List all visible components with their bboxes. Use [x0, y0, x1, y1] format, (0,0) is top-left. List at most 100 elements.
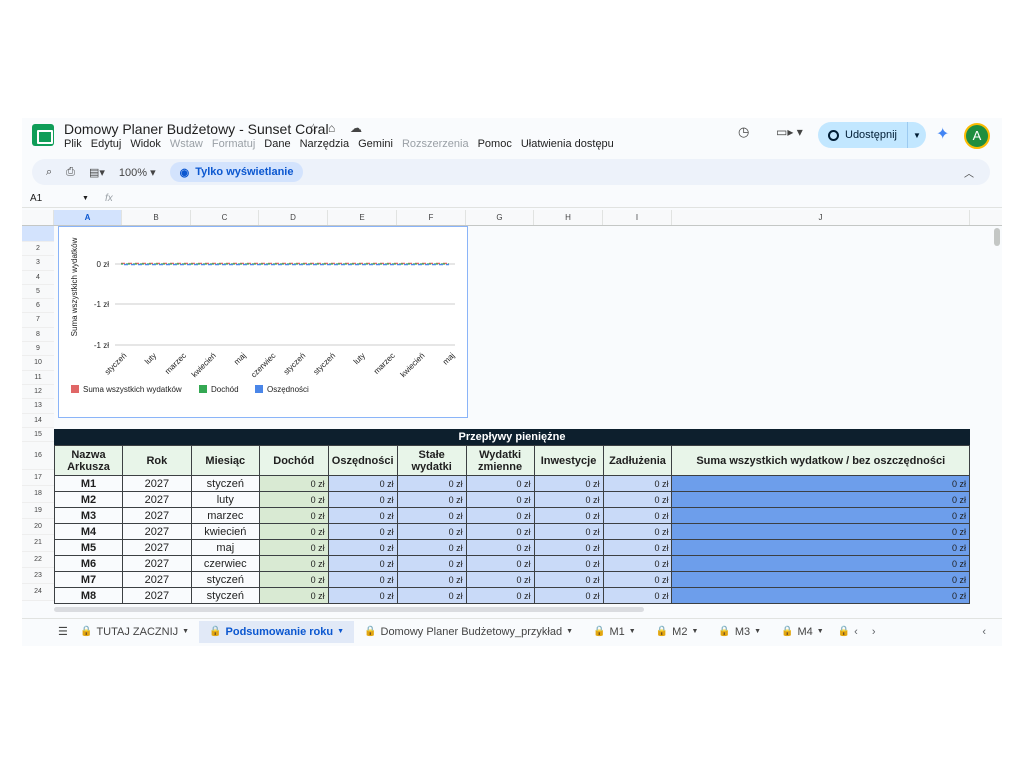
row-header-16[interactable]: 16 — [22, 442, 54, 471]
menu-plik[interactable]: Plik — [64, 138, 82, 150]
amount-cell[interactable]: 0 zł — [465, 571, 535, 588]
column-header-b[interactable]: B — [122, 210, 191, 225]
search-menus-icon[interactable]: ⌕ — [46, 166, 52, 179]
amount-cell[interactable]: 0 zł — [465, 539, 535, 556]
zoom-select[interactable]: 100% ▾ — [119, 166, 156, 179]
column-header-e[interactable]: E — [328, 210, 397, 225]
row-header-11[interactable]: 11 — [22, 370, 54, 385]
amount-cell[interactable]: 0 zł — [671, 507, 970, 524]
row-header-5[interactable]: 5 — [22, 284, 54, 300]
row-header-21[interactable]: 21 — [22, 535, 54, 552]
year-cell[interactable]: 2027 — [121, 539, 192, 556]
sheet-name-cell[interactable]: M6 — [54, 555, 123, 572]
amount-cell[interactable]: 0 zł — [465, 523, 535, 540]
amount-cell[interactable]: 0 zł — [533, 571, 604, 588]
amount-cell[interactable]: 0 zł — [327, 571, 398, 588]
amount-cell[interactable]: 0 zł — [533, 491, 604, 508]
collapse-menu-chevron-icon[interactable]: ︿ — [964, 165, 974, 180]
amount-cell[interactable]: 0 zł — [602, 539, 673, 556]
amount-cell[interactable]: 0 zł — [533, 475, 604, 492]
gemini-icon[interactable]: ✦ — [936, 124, 949, 144]
sheet-tab[interactable]: 🔒 TUTAJ ZACZNIJ ▼ — [70, 621, 199, 643]
document-title[interactable]: Domowy Planer Budżetowy - Sunset Coral — [64, 121, 329, 137]
column-header-a[interactable]: A — [54, 210, 122, 225]
month-cell[interactable]: marzec — [190, 507, 260, 524]
avatar[interactable]: A — [964, 123, 990, 149]
menu-widok[interactable]: Widok — [130, 138, 161, 150]
sheet-tab[interactable]: 🔒 M4 ▼ — [771, 621, 834, 643]
column-header-j[interactable]: J — [672, 210, 970, 225]
row-header-selected[interactable] — [22, 226, 54, 242]
row-header-22[interactable]: 22 — [22, 551, 54, 568]
row-header-8[interactable]: 8 — [22, 327, 54, 343]
menu-formatuj[interactable]: Formatuj — [212, 138, 255, 150]
amount-cell[interactable]: 0 zł — [671, 555, 970, 572]
amount-cell[interactable]: 0 zł — [396, 523, 467, 540]
amount-cell[interactable]: 0 zł — [671, 587, 970, 604]
amount-cell[interactable]: 0 zł — [602, 475, 673, 492]
amount-cell[interactable]: 0 zł — [602, 523, 673, 540]
amount-cell[interactable]: 0 zł — [602, 555, 673, 572]
sheet-name-cell[interactable]: M8 — [54, 587, 123, 604]
column-header-h[interactable]: H — [534, 210, 603, 225]
amount-cell[interactable]: 0 zł — [258, 523, 329, 540]
all-sheets-menu-icon[interactable]: ☰ — [58, 625, 70, 638]
menu-edytuj[interactable]: Edytuj — [91, 138, 122, 150]
history-icon[interactable]: ◷ — [738, 124, 749, 140]
amount-cell[interactable]: 0 zł — [465, 587, 535, 604]
sheet-tab-chevron-icon[interactable]: ▼ — [337, 628, 344, 635]
amount-cell[interactable]: 0 zł — [533, 587, 604, 604]
share-button[interactable]: Udostępnij ▼ — [818, 122, 926, 148]
amount-cell[interactable]: 0 zł — [258, 475, 329, 492]
row-header-7[interactable]: 7 — [22, 313, 54, 328]
row-header-13[interactable]: 13 — [22, 399, 54, 414]
row-header-2[interactable]: 2 — [22, 242, 54, 257]
sheet-name-cell[interactable]: M4 — [54, 523, 123, 540]
amount-cell[interactable]: 0 zł — [327, 507, 398, 524]
sheet-name-cell[interactable]: M3 — [54, 507, 123, 524]
sheet-name-cell[interactable]: M7 — [54, 571, 123, 588]
amount-cell[interactable]: 0 zł — [396, 555, 467, 572]
row-header-9[interactable]: 9 — [22, 342, 54, 357]
sheet-tab[interactable]: 🔒 M1 ▼ — [583, 621, 646, 643]
amount-cell[interactable]: 0 zł — [671, 475, 970, 492]
sheet-tab[interactable]: 🔒 Podsumowanie roku ▼ — [199, 620, 355, 643]
amount-cell[interactable]: 0 zł — [327, 555, 398, 572]
year-cell[interactable]: 2027 — [121, 507, 192, 524]
horizontal-scrollbar[interactable] — [54, 607, 644, 612]
row-header-3[interactable]: 3 — [22, 256, 54, 271]
row-header-6[interactable]: 6 — [22, 299, 54, 314]
sheet-tab-chevron-icon[interactable]: ▼ — [629, 628, 636, 635]
amount-cell[interactable]: 0 zł — [258, 571, 329, 588]
row-header-20[interactable]: 20 — [22, 519, 54, 536]
amount-cell[interactable]: 0 zł — [465, 555, 535, 572]
menu-gemini[interactable]: Gemini — [358, 138, 393, 150]
row-header-23[interactable]: 23 — [22, 567, 54, 585]
month-cell[interactable]: kwiecień — [190, 523, 260, 540]
amount-cell[interactable]: 0 zł — [465, 507, 535, 524]
view-only-button[interactable]: ◉ Tylko wyświetlanie — [169, 162, 304, 182]
print-icon[interactable]: ⎙ — [66, 166, 75, 179]
vertical-scrollbar[interactable] — [994, 228, 1000, 246]
sheet-name-cell[interactable]: M5 — [54, 539, 123, 556]
row-header-15[interactable]: 15 — [22, 427, 54, 443]
row-header-10[interactable]: 10 — [22, 356, 54, 371]
sheet-tab-chevron-icon[interactable]: ▼ — [691, 628, 698, 635]
move-to-folder-icon[interactable]: ⌂ — [328, 121, 335, 135]
amount-cell[interactable]: 0 zł — [327, 539, 398, 556]
month-cell[interactable]: styczeń — [190, 571, 260, 588]
amount-cell[interactable]: 0 zł — [396, 539, 467, 556]
sheet-name-cell[interactable]: M2 — [54, 491, 123, 508]
sheet-tab[interactable]: 🔒 Domowy Planer Budżetowy_przykład ▼ — [354, 621, 583, 643]
line-chart[interactable]: Suma wszystkich wydatków 0 zł -1 zł -1 zł st… — [58, 226, 468, 418]
sheet-tab-chevron-icon[interactable]: ▼ — [817, 628, 824, 635]
row-header-19[interactable]: 19 — [22, 502, 54, 520]
year-cell[interactable]: 2027 — [121, 571, 192, 588]
explore-collapse-icon[interactable]: ‹ — [982, 626, 986, 638]
amount-cell[interactable]: 0 zł — [465, 491, 535, 508]
menu-narzędzia[interactable]: Narzędzia — [300, 138, 350, 150]
name-box-chevron-icon[interactable]: ▼ — [82, 195, 89, 202]
menu-pomoc[interactable]: Pomoc — [478, 138, 512, 150]
amount-cell[interactable]: 0 zł — [533, 507, 604, 524]
amount-cell[interactable]: 0 zł — [258, 587, 329, 604]
